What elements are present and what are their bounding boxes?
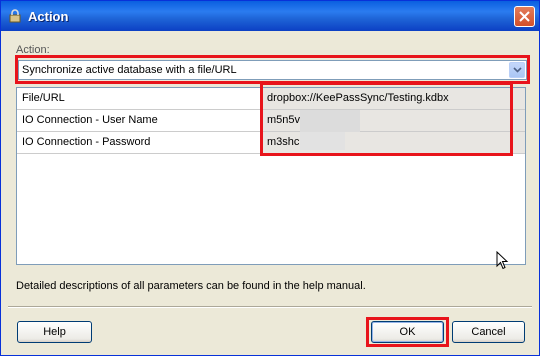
highlight-parameter-values <box>260 82 513 156</box>
close-button[interactable] <box>514 6 535 27</box>
lock-icon <box>9 9 21 23</box>
action-dialog: Action Action: Synchronize active databa… <box>0 0 540 356</box>
param-name: IO Connection - User Name <box>17 110 262 131</box>
mouse-cursor-icon <box>496 251 509 270</box>
window-title: Action <box>28 9 69 24</box>
param-name: File/URL <box>17 88 262 109</box>
close-icon <box>519 11 530 22</box>
separator <box>8 306 532 308</box>
cancel-button-label: Cancel <box>471 326 506 338</box>
highlight-ok-button <box>366 317 449 347</box>
title-bar: Action <box>1 1 539 31</box>
param-name: IO Connection - Password <box>17 132 262 153</box>
cancel-button[interactable]: Cancel <box>452 321 525 343</box>
help-button[interactable]: Help <box>17 321 92 343</box>
dialog-content: Action: Synchronize active database with… <box>4 31 536 353</box>
help-button-label: Help <box>43 326 66 338</box>
highlight-action-select <box>15 55 530 84</box>
help-description: Detailed descriptions of all parameters … <box>16 280 366 292</box>
